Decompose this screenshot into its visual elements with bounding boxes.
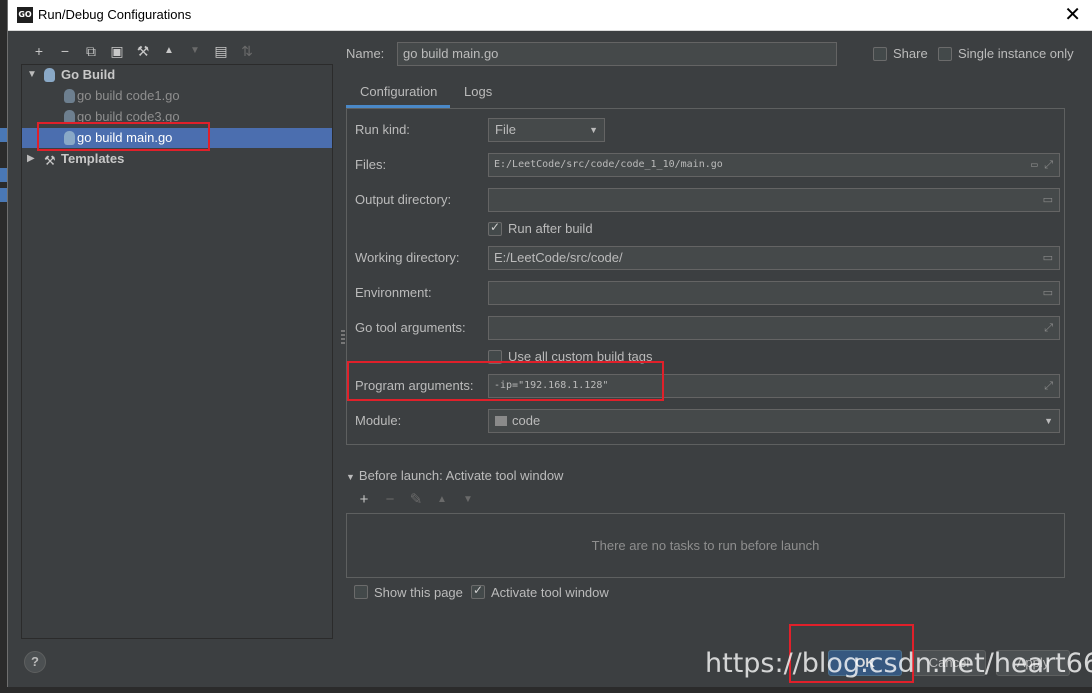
run-debug-dialog: GO Run/Debug Configurations ✕ + − ⧉ ▣ ⚒ … [7,0,1092,693]
tree-group-label: Go Build [61,67,116,82]
highlight-box [347,361,664,401]
working-directory-input[interactable]: E:/LeetCode/src/code/ ▭ [488,246,1060,270]
title-bar: GO Run/Debug Configurations ✕ [8,0,1092,31]
folder-icon[interactable]: ▭ [1043,247,1053,269]
go-tool-arguments-input[interactable]: ⤢ [488,316,1060,340]
add-icon[interactable]: + [26,42,52,60]
expand-icon[interactable]: ⤢ [1044,375,1053,397]
expand-icon[interactable]: ⤢ [1044,317,1053,339]
environment-label: Environment: [355,285,432,300]
run-after-build-label: Run after build [508,221,593,236]
sort-icon[interactable]: ⇅ [234,42,260,60]
share-label: Share [893,46,928,61]
empty-tasks-text: There are no tasks to run before launch [591,538,820,553]
remove-icon[interactable]: − [377,491,403,509]
show-this-page-label: Show this page [374,585,463,600]
chevron-down-icon: ▼ [589,125,598,135]
move-up-icon[interactable]: ▲ [156,42,182,60]
before-launch-title[interactable]: ▼ Before launch: Activate tool window [346,468,563,483]
activate-tool-window-label: Activate tool window [491,585,609,600]
folder-icon[interactable]: ▭ ⤢ [1031,154,1053,176]
module-label: Module: [355,413,402,428]
module-select[interactable]: code ▼ [488,409,1060,433]
tree-group-templates[interactable]: ▶ ⚒ Templates [22,149,332,169]
move-up-icon[interactable]: ▲ [429,491,455,509]
expand-arrow-icon[interactable]: ▼ [27,65,37,85]
files-value: E:/LeetCode/src/code/code_1_10/main.go [494,159,723,170]
tab-logs[interactable]: Logs [464,80,504,108]
files-label: Files: [355,157,387,172]
working-directory-label: Working directory: [355,250,460,265]
folder-icon[interactable]: ▤ [208,42,234,60]
single-instance-label: Single instance only [958,46,1074,61]
name-label: Name: [346,46,385,61]
collapse-arrow-icon[interactable]: ▼ [346,472,355,482]
before-launch-task-list: There are no tasks to run before launch [346,513,1065,578]
configurations-toolbar: + − ⧉ ▣ ⚒ ▲ ▼ ▤ ⇅ [26,42,260,60]
before-launch-title-text: Before launch: Activate tool window [358,468,564,483]
highlight-box [37,122,210,151]
help-button[interactable]: ? [24,651,46,673]
share-checkbox[interactable] [873,47,887,61]
environment-input[interactable]: ▭ [488,281,1060,305]
add-icon[interactable]: + [351,491,377,509]
working-directory-value: E:/LeetCode/src/code/ [494,250,623,265]
tree-item-label: go build code1.go [77,88,180,103]
tab-configuration[interactable]: Configuration [346,80,450,108]
wrench-icon[interactable]: ⚒ [130,42,156,60]
output-directory-label: Output directory: [355,192,452,207]
run-after-build-checkbox[interactable] [488,220,502,236]
copy-icon[interactable]: ⧉ [78,42,104,60]
folder-icon[interactable]: ▭ [1043,282,1053,304]
save-icon[interactable]: ▣ [104,42,130,60]
module-folder-icon [495,416,507,426]
go-tool-arguments-label: Go tool arguments: [355,320,466,335]
window-title: Run/Debug Configurations [38,7,192,22]
wrench-icon: ⚒ [44,153,56,168]
collapse-arrow-icon[interactable]: ▶ [27,149,35,169]
run-kind-select[interactable]: File ▼ [488,118,605,142]
files-input[interactable]: E:/LeetCode/src/code/code_1_10/main.go ▭… [488,153,1060,177]
edit-icon[interactable]: ✎ [403,491,429,509]
folder-icon[interactable]: ▭ [1043,189,1053,211]
tree-group-go-build[interactable]: ▼ Go Build [22,65,332,85]
remove-icon[interactable]: − [52,42,78,60]
tree-item-code1[interactable]: go build code1.go [22,86,332,106]
tree-group-label: Templates [61,151,125,166]
watermark-text: https://blog.csdn.net/heart66_A [705,648,1092,679]
gopher-icon [44,68,55,82]
close-icon[interactable]: ✕ [1064,3,1081,27]
name-input[interactable]: go build main.go [397,42,837,66]
splitter-handle[interactable] [341,330,345,346]
gopher-icon [64,89,75,103]
before-launch-toolbar: + − ✎ ▲ ▼ [351,491,481,509]
activate-tool-window-checkbox[interactable] [471,583,485,599]
module-value: code [512,413,541,428]
show-this-page-checkbox[interactable] [354,585,368,599]
single-instance-checkbox[interactable] [938,47,952,61]
output-directory-input[interactable]: ▭ [488,188,1060,212]
run-kind-value: File [495,122,516,137]
move-down-icon[interactable]: ▼ [455,491,481,509]
bottom-strip [0,687,1092,693]
run-kind-label: Run kind: [355,122,410,137]
chevron-down-icon: ▼ [1044,416,1053,426]
goland-app-icon: GO [17,7,33,23]
move-down-icon[interactable]: ▼ [182,42,208,60]
